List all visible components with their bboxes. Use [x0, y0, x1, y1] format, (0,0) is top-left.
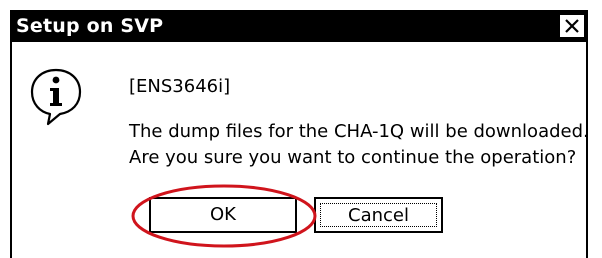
ok-button[interactable]: OK [149, 197, 297, 233]
focus-rectangle: Cancel [320, 203, 437, 227]
ok-button-label: OK [210, 204, 236, 225]
cancel-button-label: Cancel [348, 205, 409, 226]
title-bar: Setup on SVP [10, 10, 588, 42]
dialog-border-right [586, 42, 588, 258]
message-line-1: The dump files for the CHA-1Q will be do… [129, 121, 589, 142]
dialog-border-left [10, 42, 12, 258]
close-button[interactable] [559, 14, 585, 38]
dialog-window: Setup on SVP [ENS3646i] The dump files f… [0, 0, 602, 258]
message-line-2: Are you sure you want to continue the op… [129, 147, 577, 168]
close-icon [565, 19, 579, 33]
window-title: Setup on SVP [16, 15, 164, 37]
info-icon [30, 68, 82, 126]
message-code: [ENS3646i] [129, 76, 231, 97]
cancel-button[interactable]: Cancel [314, 197, 443, 233]
